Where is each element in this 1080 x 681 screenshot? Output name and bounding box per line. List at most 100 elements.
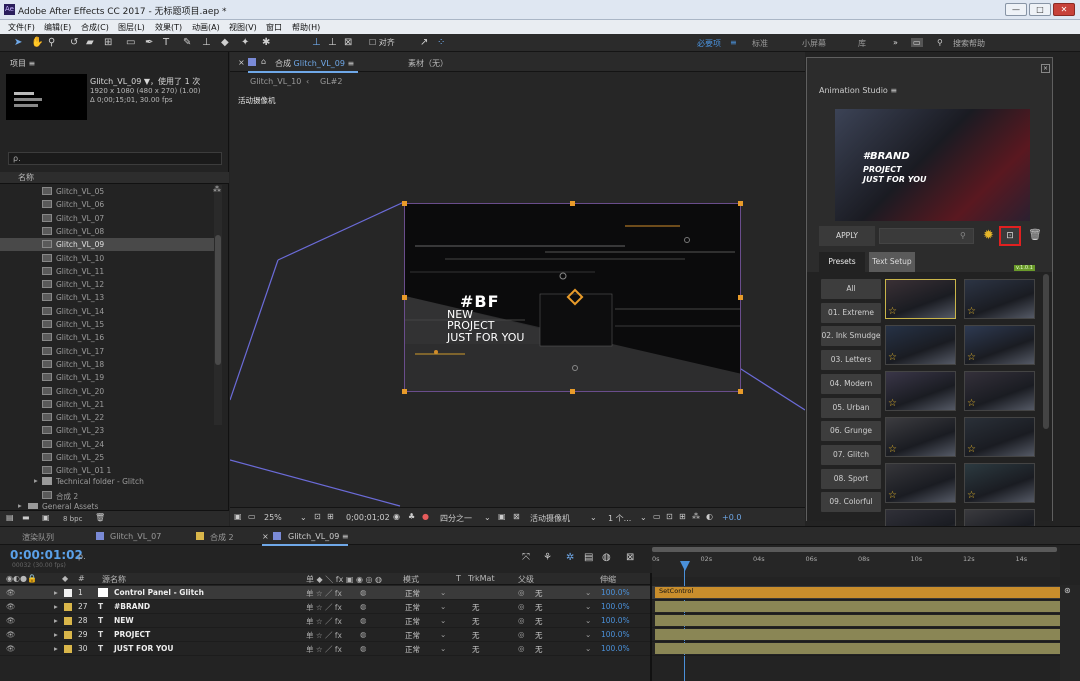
pick-whip-icon[interactable]: ◎	[518, 644, 525, 653]
minimize-button[interactable]: —	[1005, 3, 1027, 16]
puppet-tool-icon[interactable]: ✱	[262, 37, 270, 49]
workspace-small-screen[interactable]: 小屏幕	[802, 38, 826, 49]
project-item[interactable]: Glitch_VL_16	[0, 331, 214, 344]
favorite-star-icon[interactable]: ☆	[967, 352, 976, 363]
parent-chevron-icon[interactable]: ⌄	[585, 616, 591, 625]
pick-whip-icon[interactable]: ◎	[518, 630, 525, 639]
project-item[interactable]: Glitch_VL_13	[0, 291, 214, 304]
rotate-tool-icon[interactable]: ↺	[70, 37, 78, 49]
project-item[interactable]: Glitch_VL_07	[0, 212, 214, 225]
close-button[interactable]: ✕	[1053, 3, 1075, 16]
mode-chevron-icon[interactable]: ⌄	[440, 616, 446, 625]
settings-gear-icon[interactable]: ✹	[983, 228, 994, 243]
current-time-display[interactable]: 0;00;01;02	[346, 513, 390, 522]
layer-name[interactable]: NEW	[114, 616, 134, 625]
preset-thumbnail[interactable]: ☆	[964, 279, 1035, 319]
layer-name[interactable]: JUST FOR YOU	[114, 644, 174, 653]
parent-chevron-icon[interactable]: ⌄	[585, 588, 591, 597]
project-item[interactable]: Glitch_VL_18	[0, 358, 214, 371]
graph-editor-icon[interactable]: ⊠	[626, 552, 634, 563]
project-item[interactable]: Glitch_VL_10	[0, 252, 214, 265]
mode-chevron-icon[interactable]: ⌄	[440, 630, 446, 639]
favorite-star-icon[interactable]: ☆	[967, 306, 976, 317]
menu-animation[interactable]: 动画(A)	[192, 22, 220, 33]
layer-mode[interactable]: 正常	[405, 630, 420, 641]
region-of-interest-icon[interactable]: ▣	[498, 512, 506, 521]
category-button[interactable]: 06. Grunge	[821, 421, 881, 442]
zoom-select[interactable]: 25%	[264, 513, 282, 522]
zoom-chevron-icon[interactable]: ⌄	[300, 513, 307, 522]
project-item[interactable]: Glitch_VL_22	[0, 411, 214, 424]
project-item[interactable]: Glitch_VL_15	[0, 318, 214, 331]
project-item[interactable]: Glitch_VL_08	[0, 225, 214, 238]
snapshot-icon[interactable]: ◉	[393, 512, 400, 521]
color-channel-icon[interactable]: ●	[422, 512, 429, 521]
column-source-name[interactable]: 源名称	[102, 574, 126, 585]
project-item[interactable]: Glitch_VL_23	[0, 424, 214, 437]
category-button[interactable]: 05. Urban	[821, 397, 881, 418]
always-preview-icon[interactable]: ▣	[234, 512, 242, 521]
eye-icon[interactable]: 👁	[6, 616, 16, 625]
preset-thumbnail[interactable]: ☆	[964, 325, 1035, 365]
layer-label-color[interactable]	[64, 617, 72, 625]
project-item-folder-technical[interactable]: ▸ Technical folder - Glitch	[0, 475, 214, 488]
draft-3d-icon[interactable]: ⚘	[543, 552, 552, 563]
project-item[interactable]: Glitch_VL_06	[0, 198, 214, 211]
column-mode[interactable]: 模式	[403, 574, 419, 585]
brush-tool-icon[interactable]: ✎	[183, 37, 191, 49]
layer-name[interactable]: PROJECT	[114, 630, 150, 639]
workspace-standard[interactable]: 标准	[752, 38, 768, 49]
category-button[interactable]: 04. Modern	[821, 373, 881, 394]
layer-switches[interactable]: 单 ☆ ／ fx	[306, 644, 342, 655]
project-item[interactable]: Glitch_VL_12	[0, 278, 214, 291]
project-item[interactable]: Glitch_VL_19	[0, 371, 214, 384]
project-scrollbar[interactable]	[214, 185, 222, 425]
new-comp-icon[interactable]: ▣	[42, 513, 50, 522]
column-num[interactable]: #	[78, 574, 85, 583]
motion-blur-icon[interactable]: ◍	[602, 552, 611, 563]
shy-layers-icon[interactable]: ✲	[566, 552, 574, 563]
category-button[interactable]: 01. Extreme	[821, 302, 881, 323]
preset-thumbnail[interactable]: ☆	[885, 463, 956, 503]
menu-view[interactable]: 视图(V)	[229, 22, 257, 33]
layer-row[interactable]: 👁 ▸ 1 Control Panel - Glitch 单 ☆ ／ fx ◍ 正常 ⌄ ◎ 无 ⌄…	[0, 586, 1080, 600]
tab-glitch-vl-09[interactable]: Glitch_VL_09 ≡	[288, 532, 349, 541]
eye-icon[interactable]: 👁	[6, 602, 16, 611]
category-button[interactable]: 08. Sport	[821, 468, 881, 489]
preset-search-input[interactable]: ⚲	[879, 228, 974, 244]
eraser-tool-icon[interactable]: ◆	[221, 37, 229, 49]
pick-whip-icon[interactable]: ◎	[518, 616, 525, 625]
tab-text-setup[interactable]: Text Setup	[869, 252, 915, 272]
layer-duration-bar[interactable]: SetControl	[655, 587, 1060, 598]
column-trkmat[interactable]: TrkMat	[468, 574, 495, 583]
more-workspaces-button[interactable]: »	[893, 38, 898, 47]
maximize-button[interactable]: □	[1029, 3, 1051, 16]
menu-composition[interactable]: 合成(C)	[81, 22, 109, 33]
twirl-arrow-icon[interactable]: ▸	[54, 644, 58, 653]
motion-blur-switch-icon[interactable]: ◍	[360, 644, 367, 653]
toggle-pixel-aspect-icon[interactable]: ▭	[653, 512, 661, 521]
work-area-bar[interactable]	[652, 547, 1057, 552]
favorite-star-icon[interactable]: ☆	[888, 352, 897, 363]
snap-features-icon[interactable]: ⁘	[437, 37, 445, 49]
transform-handle[interactable]	[738, 389, 743, 394]
transform-handle[interactable]	[738, 201, 743, 206]
monitor-icon[interactable]: ▭	[248, 512, 256, 521]
layer-trkmat[interactable]: 无	[472, 602, 480, 613]
transform-handle[interactable]	[402, 295, 407, 300]
project-item[interactable]: Glitch_VL_09	[0, 238, 214, 252]
camera-select[interactable]: 活动摄像机	[530, 513, 570, 524]
menu-effect[interactable]: 效果(T)	[155, 22, 182, 33]
clone-stamp-tool-icon[interactable]: ⊥	[202, 37, 211, 49]
close-tab-icon[interactable]: ×	[262, 532, 269, 541]
parent-chevron-icon[interactable]: ⌄	[585, 630, 591, 639]
rectangle-tool-icon[interactable]: ▭	[126, 37, 135, 49]
zoom-tool-icon[interactable]: ⚲	[48, 37, 55, 49]
workspace-essentials[interactable]: 必要项	[697, 38, 721, 49]
layer-trkmat[interactable]: 无	[472, 644, 480, 655]
layer-mode[interactable]: 正常	[405, 588, 420, 599]
eye-icon[interactable]: 👁	[6, 588, 16, 597]
layer-parent[interactable]: 无	[535, 644, 543, 655]
project-item[interactable]: Glitch_VL_05	[0, 185, 214, 198]
parent-chevron-icon[interactable]: ⌄	[585, 602, 591, 611]
